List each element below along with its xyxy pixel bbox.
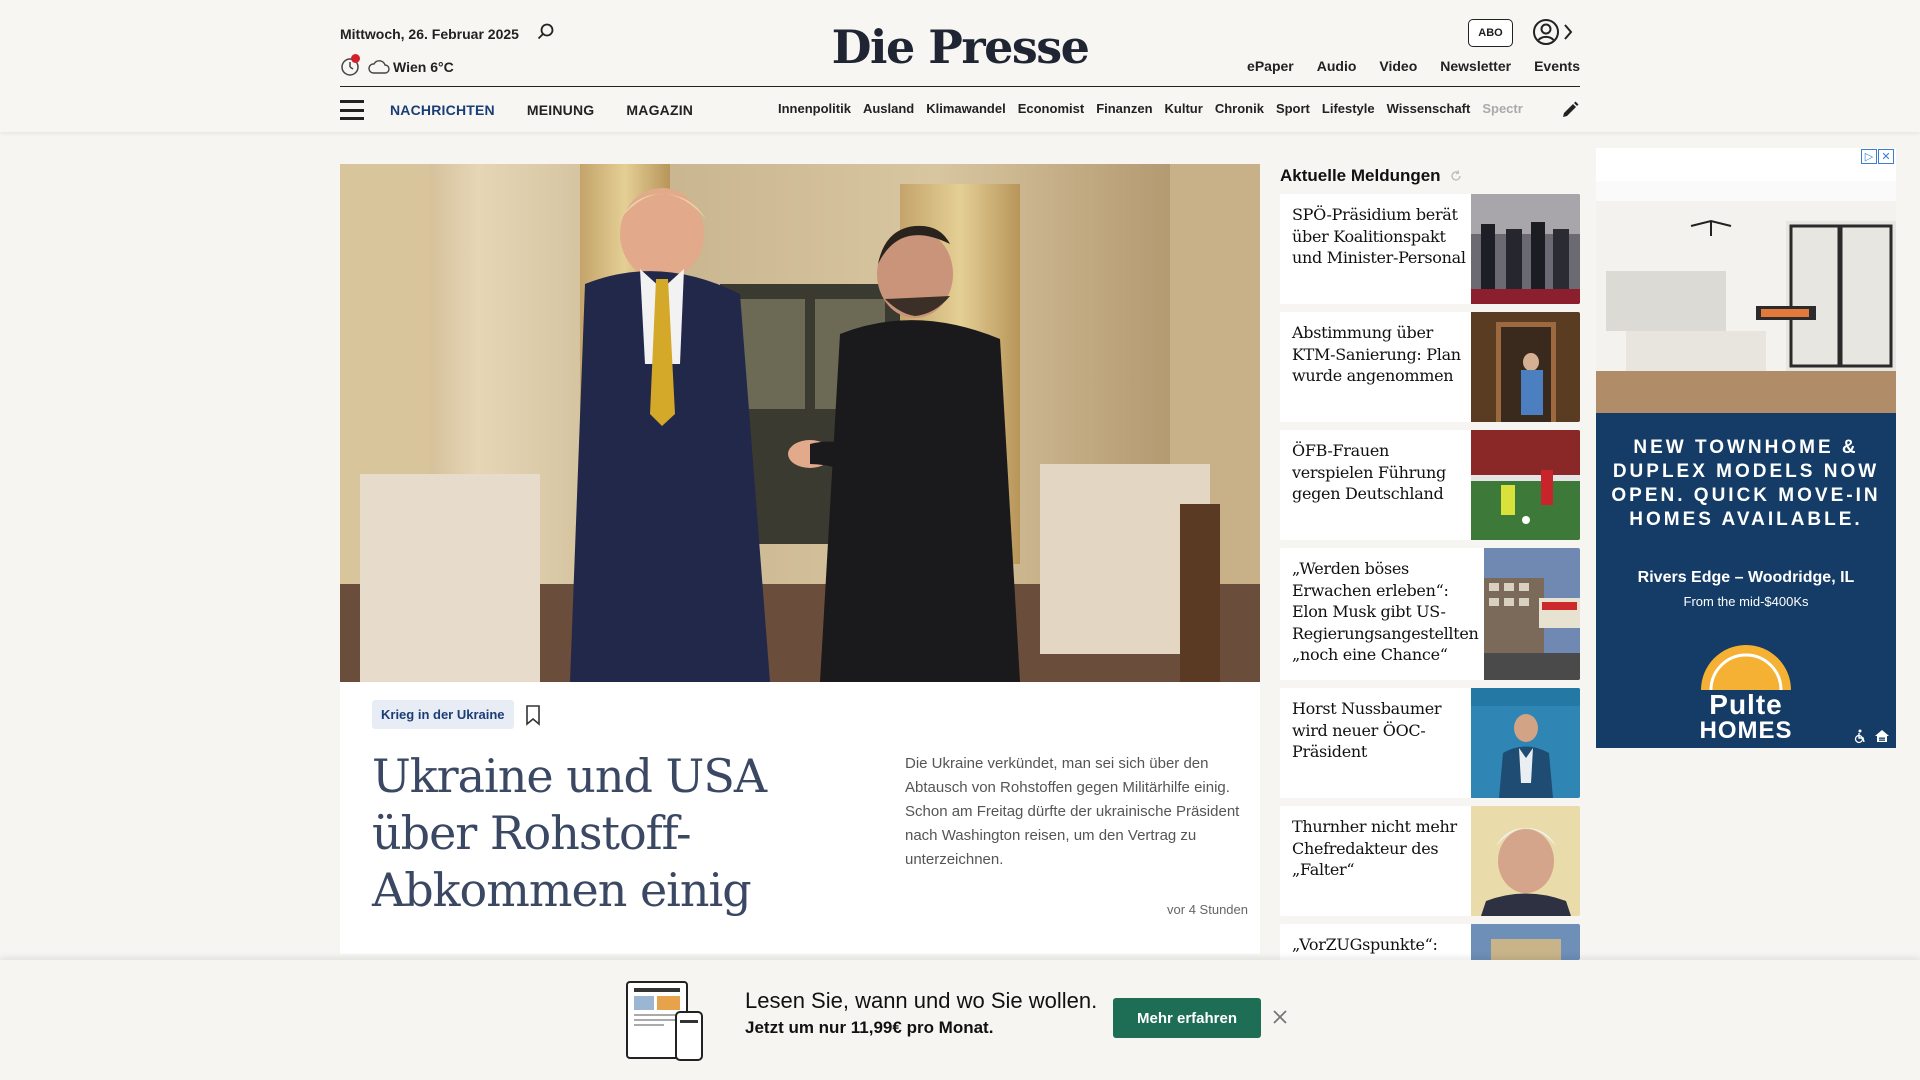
equal-housing-icon xyxy=(1875,730,1889,742)
nav-magazin[interactable]: MAGAZIN xyxy=(626,102,693,118)
news-item[interactable]: „VorZUGspunkte“: xyxy=(1280,924,1580,960)
nav-meinung[interactable]: MEINUNG xyxy=(527,102,595,118)
bookmark-icon[interactable] xyxy=(524,704,542,726)
top-links: ePaper Audio Video Newsletter Events xyxy=(1224,58,1580,74)
ad-info-icon[interactable]: ▷ xyxy=(1861,149,1877,164)
refresh-icon xyxy=(1450,170,1461,181)
subnav-klimawandel[interactable]: Klimawandel xyxy=(926,101,1005,116)
news-item-title[interactable]: SPÖ-Präsidium berät über Koalitionspakt … xyxy=(1292,204,1474,269)
news-item[interactable]: „Werden böses Erwachen erleben“: Elon Mu… xyxy=(1280,548,1580,680)
news-item-title[interactable]: ÖFB-Frauen verspielen Führung gegen Deut… xyxy=(1292,440,1474,505)
news-thumbnail[interactable] xyxy=(1471,688,1580,798)
news-thumbnail[interactable] xyxy=(1471,430,1580,540)
news-thumbnail[interactable] xyxy=(1471,924,1580,960)
link-newsletter[interactable]: Newsletter xyxy=(1440,58,1511,74)
subnav-chronik[interactable]: Chronik xyxy=(1215,101,1264,116)
subnav-ausland[interactable]: Ausland xyxy=(863,101,914,116)
news-item-title[interactable]: „Werden böses Erwachen erleben“: Elon Mu… xyxy=(1292,558,1479,666)
banner-title: Lesen Sie, wann und wo Sie wollen. xyxy=(745,988,1098,1013)
news-item-title[interactable]: „VorZUGspunkte“: xyxy=(1292,934,1474,956)
sub-navigation: Innenpolitik Ausland Klimawandel Economi… xyxy=(778,101,1540,116)
link-audio[interactable]: Audio xyxy=(1317,58,1357,74)
subscription-banner: Lesen Sie, wann und wo Sie wollen. Jetzt… xyxy=(0,960,1920,1080)
link-epaper[interactable]: ePaper xyxy=(1247,58,1294,74)
subnav-kultur[interactable]: Kultur xyxy=(1165,101,1203,116)
ad-brand-line2: HOMES xyxy=(1699,717,1793,744)
ad-topbar xyxy=(1596,148,1896,181)
news-thumbnail[interactable] xyxy=(1471,194,1580,304)
subnav-sport[interactable]: Sport xyxy=(1276,101,1310,116)
pencil-icon[interactable] xyxy=(1560,100,1580,120)
news-thumbnail[interactable] xyxy=(1471,312,1580,422)
user-icon[interactable] xyxy=(1532,18,1560,46)
subnav-finanzen[interactable]: Finanzen xyxy=(1096,101,1152,116)
hamburger-menu-icon[interactable] xyxy=(340,100,364,120)
hero-image[interactable] xyxy=(340,164,1260,682)
abo-button[interactable]: ABO xyxy=(1468,19,1513,47)
ad-accessibility xyxy=(1852,728,1890,744)
advertisement[interactable]: ▷ ✕ NEW TOWNHOME & DUPLEX MODELS NOW OPE… xyxy=(1596,148,1896,748)
main-navigation: NACHRICHTEN MEINUNG MAGAZIN Innenpolitik… xyxy=(340,96,1580,124)
news-item[interactable]: ÖFB-Frauen verspielen Führung gegen Deut… xyxy=(1280,430,1580,540)
subnav-lifestyle[interactable]: Lifestyle xyxy=(1322,101,1375,116)
ad-choices[interactable]: ▷ ✕ xyxy=(1861,149,1894,164)
header-divider xyxy=(340,86,1580,87)
news-item[interactable]: SPÖ-Präsidium berät über Koalitionspakt … xyxy=(1280,194,1580,304)
news-thumbnail[interactable] xyxy=(1471,806,1580,916)
site-header: Mittwoch, 26. Februar 2025 Wien 6°C Die … xyxy=(0,0,1920,132)
news-item[interactable]: Abstimmung über KTM-Sanierung: Plan wurd… xyxy=(1280,312,1580,422)
link-events[interactable]: Events xyxy=(1534,58,1580,74)
ad-location: Rivers Edge – Woodridge, IL xyxy=(1637,569,1855,586)
hero-headline[interactable]: Ukraine und USA über Rohstoff-Abkommen e… xyxy=(372,748,792,919)
news-item-title[interactable]: Thurnher nicht mehr Chefredakteur des „F… xyxy=(1292,816,1474,881)
ad-close-icon[interactable]: ✕ xyxy=(1878,149,1894,164)
sidebar-title: Aktuelle Meldungen xyxy=(1280,166,1463,186)
news-item[interactable]: Thurnher nicht mehr Chefredakteur des „F… xyxy=(1280,806,1580,916)
ad-price: From the mid-$400Ks xyxy=(1683,594,1809,609)
hero-teaser: Die Ukraine verkündet, man sei sich über… xyxy=(905,755,1240,868)
wheelchair-icon xyxy=(1854,729,1865,744)
ad-brand: Pulte HOMES xyxy=(1596,689,1896,744)
subnav-innenpolitik[interactable]: Innenpolitik xyxy=(778,101,851,116)
subnav-economist[interactable]: Economist xyxy=(1018,101,1084,116)
subnav-wissenschaft[interactable]: Wissenschaft xyxy=(1387,101,1471,116)
topic-tag[interactable]: Krieg in der Ukraine xyxy=(372,700,514,729)
news-thumbnail[interactable] xyxy=(1484,548,1580,680)
ad-brand-line1: Pulte xyxy=(1709,689,1783,720)
subnav-spectrum[interactable]: Spectr xyxy=(1482,101,1522,116)
ad-headline[interactable]: NEW TOWNHOME & DUPLEX MODELS NOW OPEN. Q… xyxy=(1606,436,1886,532)
learn-more-button[interactable]: Mehr erfahren xyxy=(1113,998,1261,1038)
hero-article[interactable]: Krieg in der Ukraine Ukraine und USA übe… xyxy=(340,164,1260,954)
link-video[interactable]: Video xyxy=(1379,58,1417,74)
banner-subtitle: Jetzt um nur 11,99€ pro Monat. xyxy=(745,1018,994,1037)
sidebar-title-text: Aktuelle Meldungen xyxy=(1280,166,1441,185)
news-item[interactable]: Horst Nussbaumer wird neuer ÖOC-Präsiden… xyxy=(1280,688,1580,798)
close-icon[interactable] xyxy=(1272,1009,1288,1025)
news-item-title[interactable]: Horst Nussbaumer wird neuer ÖOC-Präsiden… xyxy=(1292,698,1474,763)
chevron-right-icon[interactable] xyxy=(1562,22,1574,42)
nav-nachrichten[interactable]: NACHRICHTEN xyxy=(390,102,495,118)
epaper-device-icon xyxy=(626,981,703,1061)
hero-timestamp: vor 4 Stunden xyxy=(1167,902,1248,917)
ad-image[interactable] xyxy=(1596,181,1896,413)
news-item-title[interactable]: Abstimmung über KTM-Sanierung: Plan wurd… xyxy=(1292,322,1474,387)
